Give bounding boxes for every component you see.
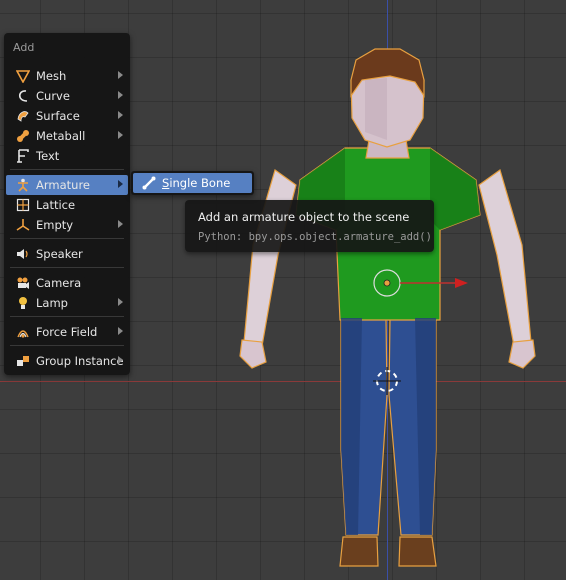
chevron-right-icon: [118, 327, 123, 335]
menu-item-label: Metaball: [36, 129, 86, 143]
menu-item-metaball[interactable]: Metaball: [6, 126, 128, 146]
metaball-icon: [15, 128, 31, 144]
force-field-icon: [15, 324, 31, 340]
camera-icon: [15, 275, 31, 291]
submenu-item-single-bone[interactable]: Single Bone: [133, 173, 252, 193]
armature-icon: [15, 177, 31, 193]
bone-icon: [141, 175, 157, 191]
menu-item-label: Force Field: [36, 325, 98, 339]
menu-item-mesh[interactable]: Mesh: [6, 66, 128, 86]
chevron-right-icon: [118, 180, 123, 188]
menu-item-lamp[interactable]: Lamp: [6, 293, 128, 313]
menu-separator: [10, 345, 124, 346]
chevron-right-icon: [118, 111, 123, 119]
menu-title: Add: [13, 41, 35, 54]
chevron-right-icon: [118, 356, 123, 364]
menu-item-curve[interactable]: Curve: [6, 86, 128, 106]
menu-item-label: Text: [36, 149, 60, 163]
menu-item-label: Mesh: [36, 69, 67, 83]
menu-item-label: Curve: [36, 89, 70, 103]
menu-item-camera[interactable]: Camera: [6, 273, 128, 293]
text-icon: [15, 148, 31, 164]
group-instance-icon: [15, 353, 31, 369]
menu-item-speaker[interactable]: Speaker: [6, 244, 128, 264]
menu-item-label: Lattice: [36, 198, 76, 212]
menu-item-label: Surface: [36, 109, 80, 123]
menu-item-label: Speaker: [36, 247, 83, 261]
menu-item-label: Lamp: [36, 296, 68, 310]
menu-item-group-instance[interactable]: Group Instance: [6, 351, 128, 371]
character-mesh: [239, 48, 536, 567]
chevron-right-icon: [118, 91, 123, 99]
menu-separator: [10, 238, 124, 239]
menu-item-empty[interactable]: Empty: [6, 215, 128, 235]
mesh-icon: [15, 68, 31, 84]
chevron-right-icon: [118, 298, 123, 306]
menu-item-text[interactable]: Text: [6, 146, 128, 166]
tooltip-python: Python: bpy.ops.object.armature_add(): [198, 231, 432, 243]
speaker-icon: [15, 246, 31, 262]
surface-icon: [15, 108, 31, 124]
operator-tooltip: Add an armature object to the scene Pyth…: [185, 200, 434, 252]
curve-icon: [15, 88, 31, 104]
menu-item-label: Group Instance: [36, 354, 124, 368]
menu-separator: [10, 169, 124, 170]
empty-icon: [15, 217, 31, 233]
lattice-icon: [15, 197, 31, 213]
menu-item-armature[interactable]: Armature: [6, 175, 128, 195]
menu-item-lattice[interactable]: Lattice: [6, 195, 128, 215]
chevron-right-icon: [118, 220, 123, 228]
menu-item-surface[interactable]: Surface: [6, 106, 128, 126]
lamp-icon: [15, 295, 31, 311]
menu-item-label: Empty: [36, 218, 74, 232]
menu-separator: [10, 267, 124, 268]
add-menu: Add Mesh Curve Surface Metaball Text Arm…: [4, 33, 130, 375]
submenu-item-label: Single Bone: [162, 176, 231, 190]
menu-separator: [10, 316, 124, 317]
chevron-right-icon: [118, 131, 123, 139]
tooltip-title: Add an armature object to the scene: [198, 210, 410, 224]
menu-item-label: Armature: [36, 178, 90, 192]
armature-submenu: Single Bone: [131, 171, 254, 195]
chevron-right-icon: [118, 71, 123, 79]
menu-item-force-field[interactable]: Force Field: [6, 322, 128, 342]
menu-item-label: Camera: [36, 276, 82, 290]
